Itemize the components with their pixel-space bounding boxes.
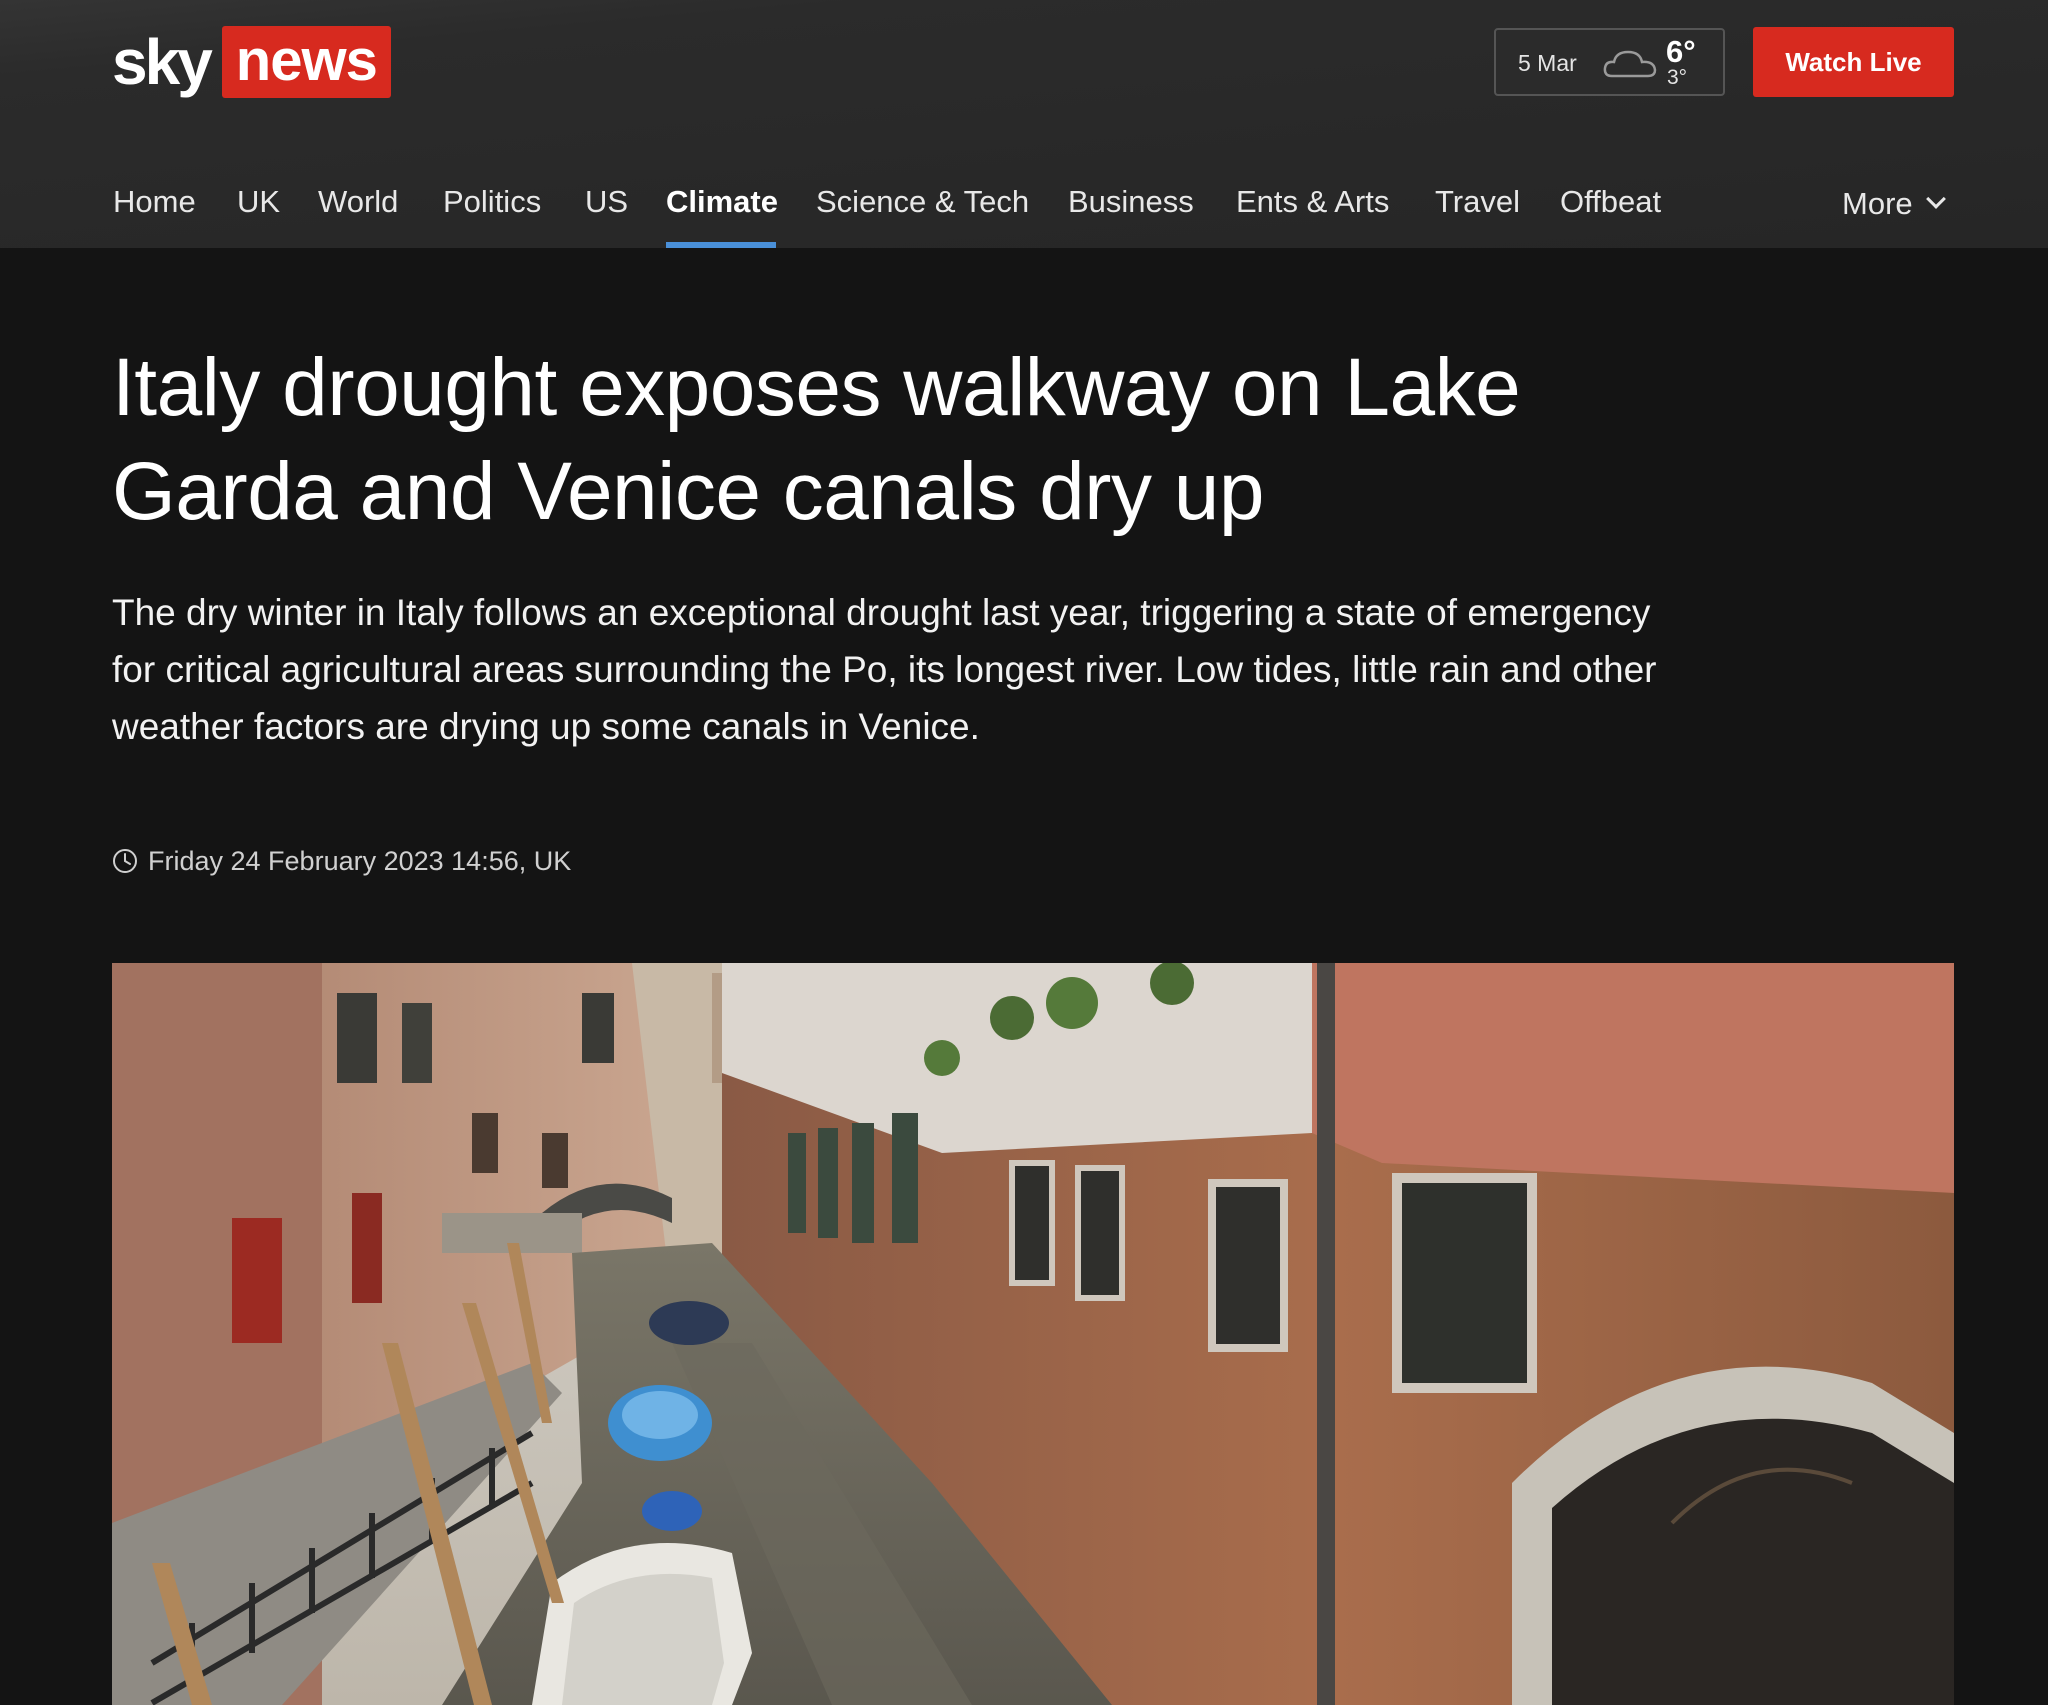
venice-canal-image <box>112 963 1954 1705</box>
nav-item-home[interactable]: Home <box>113 174 196 234</box>
chevron-down-icon <box>1925 189 1946 209</box>
sky-news-logo[interactable]: sky news <box>112 26 391 98</box>
timestamp-text: Friday 24 February 2023 14:56, UK <box>148 845 572 876</box>
nav-item-us[interactable]: US <box>585 174 628 234</box>
weather-low-temp: 3° <box>1667 66 1688 89</box>
site-header: sky news 5 Mar 6° 3° Watch Live Home UK … <box>0 0 2048 248</box>
nav-more-label: More <box>1842 186 1913 221</box>
logo-sky-text: sky <box>112 26 213 98</box>
nav-more-dropdown[interactable]: More <box>1842 174 1946 234</box>
nav-item-climate[interactable]: Climate <box>666 174 778 234</box>
article-headline: Italy drought exposes walkway on Lake Ga… <box>112 342 1521 537</box>
article-standfirst: The dry winter in Italy follows an excep… <box>112 592 1657 747</box>
nav-item-science-tech[interactable]: Science & Tech <box>816 174 1029 234</box>
nav-item-travel[interactable]: Travel <box>1435 174 1520 234</box>
article-timestamp: Friday 24 February 2023 14:56, UK <box>112 843 571 879</box>
nav-item-politics[interactable]: Politics <box>443 174 541 234</box>
weather-high-temp: 6° <box>1666 34 1696 69</box>
nav-item-business[interactable]: Business <box>1068 174 1194 234</box>
main-navigation: Home UK World Politics US Climate Scienc… <box>0 160 2048 248</box>
active-tab-indicator <box>666 242 776 248</box>
clock-icon <box>113 849 137 873</box>
logo-news-text: news <box>221 26 391 98</box>
weather-widget[interactable]: 5 Mar 6° 3° <box>1494 28 1725 96</box>
watch-live-button[interactable]: Watch Live <box>1753 27 1954 97</box>
nav-item-offbeat[interactable]: Offbeat <box>1560 174 1661 234</box>
nav-item-uk[interactable]: UK <box>237 174 280 234</box>
article-hero-image[interactable] <box>112 963 1954 1705</box>
cloud-icon <box>1603 50 1657 78</box>
nav-item-world[interactable]: World <box>318 174 398 234</box>
weather-date: 5 Mar <box>1518 50 1577 76</box>
nav-item-ents-arts[interactable]: Ents & Arts <box>1236 174 1389 234</box>
